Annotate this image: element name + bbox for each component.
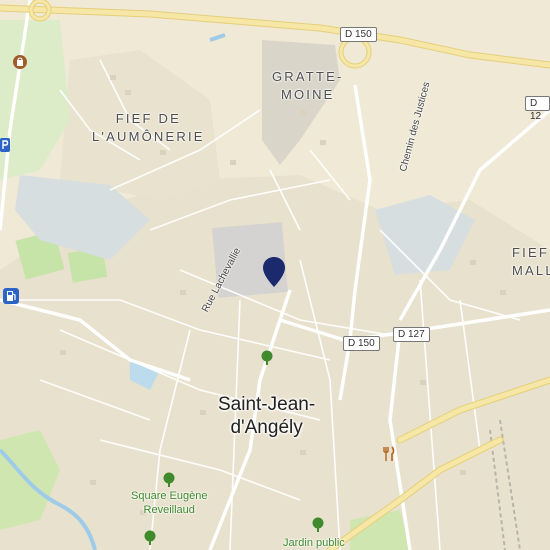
parking-icon[interactable] — [0, 138, 10, 152]
tree-icon[interactable] — [311, 517, 325, 533]
tree-icon[interactable] — [143, 530, 157, 546]
district-label-line: L'AUMÔNERIE — [92, 129, 205, 144]
district-label-line: FIEF — [512, 245, 549, 260]
fuel-station-icon[interactable] — [3, 288, 19, 304]
town-label-line: Saint-Jean- — [218, 394, 316, 415]
district-label-line: GRATTE- — [272, 69, 344, 84]
poi-label-line: Square Eugène — [131, 490, 208, 502]
poi-label-jardin-public[interactable]: Jardin public — [283, 536, 345, 550]
tree-icon[interactable] — [260, 350, 274, 366]
road-shield-d12: D 12 — [525, 96, 550, 122]
district-label-line: MOINE — [280, 87, 335, 102]
road-shield-d127: D 127 — [393, 327, 430, 342]
district-label-line: FIEF DE — [115, 111, 181, 126]
shopping-icon[interactable] — [13, 55, 27, 69]
road-shield-d150: D 150 — [340, 27, 377, 42]
district-label-fief-aumonerie: FIEF DE L'AUMÔNERIE — [92, 110, 205, 146]
town-label-line: d'Angély — [230, 417, 303, 438]
poi-label-line: Reveillaud — [143, 504, 195, 516]
poi-label-square-eugene-reveillaud[interactable]: Square Eugène Reveillaud — [131, 489, 207, 517]
restaurant-icon[interactable] — [382, 446, 396, 462]
district-label-fief-mall: FIEF MALL — [512, 244, 550, 280]
tree-icon[interactable] — [162, 472, 176, 488]
location-pin-icon[interactable] — [262, 256, 286, 288]
road-shield-d150: D 150 — [343, 336, 380, 351]
town-label: Saint-Jean- d'Angély — [218, 393, 315, 439]
map-view[interactable]: FIEF DE L'AUMÔNERIE GRATTE- MOINE FIEF M… — [0, 0, 550, 550]
district-label-gratte-moine: GRATTE- MOINE — [272, 68, 344, 104]
district-label-line: MALL — [512, 263, 550, 278]
